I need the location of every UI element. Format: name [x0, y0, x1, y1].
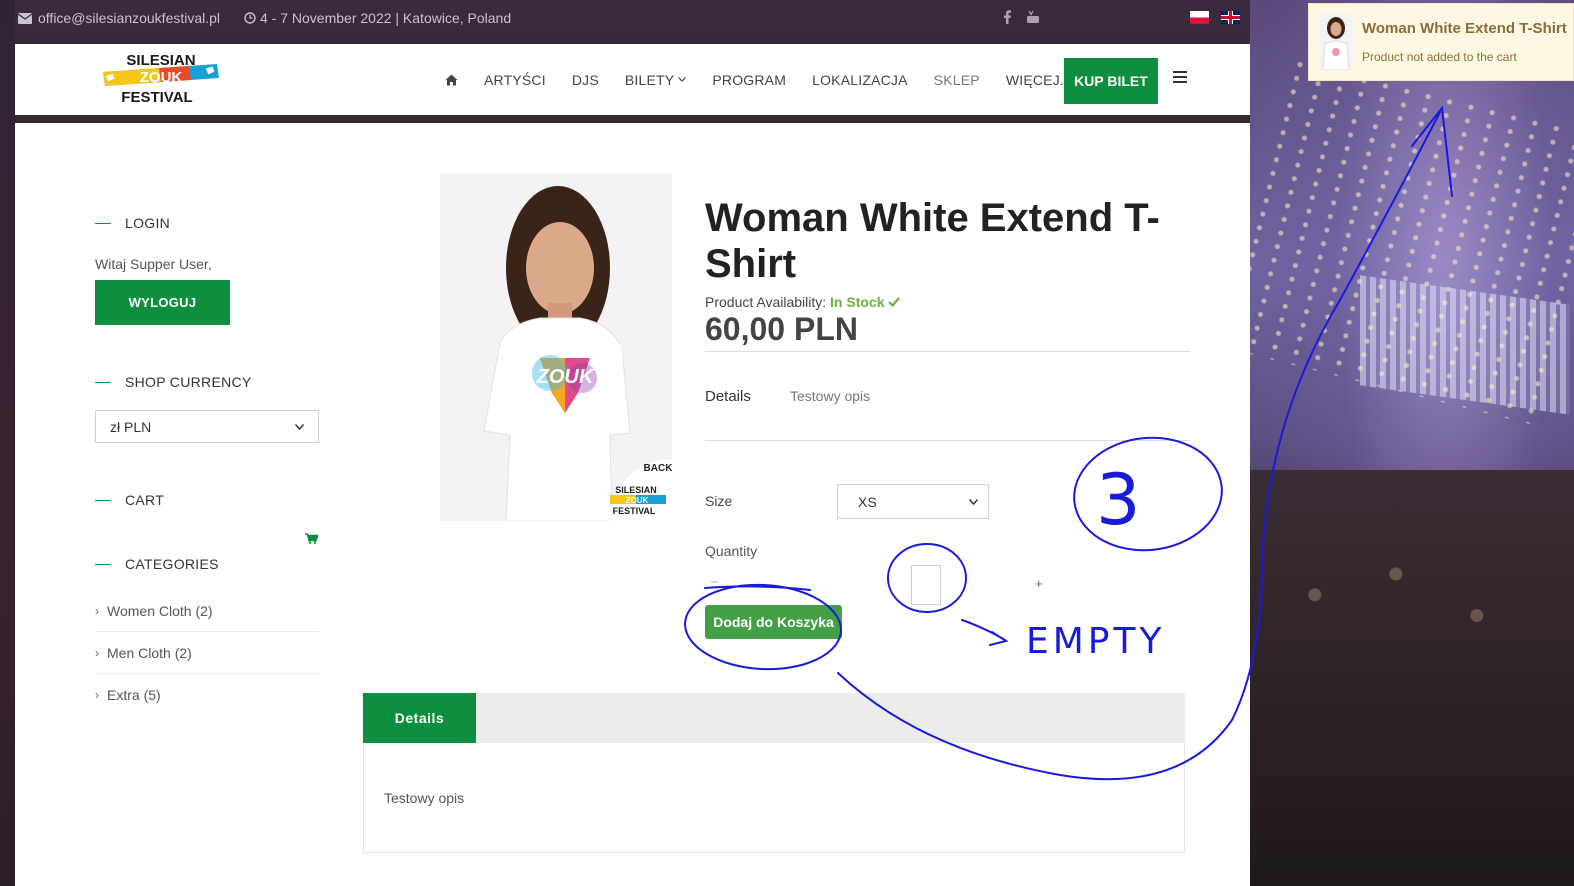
tab-panel-text: Testowy opis: [384, 790, 465, 806]
divider: [705, 351, 1190, 352]
checkmark-icon: [888, 297, 901, 308]
notification-thumbnail: [1319, 14, 1353, 70]
chevron-right-icon: ›: [95, 645, 99, 660]
chevron-right-icon: ›: [95, 688, 99, 702]
top-info-bar: office@silesianzoukfestival.pl 4 - 7 Nov…: [0, 0, 1250, 44]
heading-dash: [95, 222, 111, 224]
category-label: Women Cloth (2): [107, 602, 213, 619]
notification-title: Woman White Extend T-Shirt: [1362, 20, 1567, 37]
category-label: Men Cloth (2): [107, 644, 192, 661]
nav-home[interactable]: [445, 74, 458, 86]
size-value: XS: [858, 493, 877, 510]
logout-button[interactable]: WYLOGUJ: [95, 280, 230, 325]
buy-ticket-button[interactable]: KUP BILET: [1064, 58, 1158, 104]
cart-heading: CART: [95, 492, 164, 508]
nav-item-bilety[interactable]: BILETY: [624, 71, 687, 88]
shop-content: LOGIN Witaj Supper User, WYLOGUJ SHOP CU…: [15, 123, 1250, 886]
main-nav: ARTYŚCI DJS BILETY PROGRAM LOKALIZACJA S…: [445, 44, 1085, 115]
topbar-date: 4 - 7 November 2022 | Katowice, Poland: [244, 10, 511, 26]
tshirt-logo-line1: SILESIAN: [615, 485, 657, 495]
details-value: Testowy opis: [790, 388, 871, 404]
back-label: BACK: [644, 463, 672, 474]
notification-message: Product not added to the cart: [1362, 50, 1517, 64]
nav-item-djs[interactable]: DJS: [572, 72, 599, 88]
availability-label: Product Availability:: [705, 294, 827, 310]
category-label: Extra (5): [107, 687, 161, 703]
login-heading-text: LOGIN: [125, 215, 171, 231]
background-crowd: [1250, 470, 1574, 886]
category-men-cloth[interactable]: › Men Cloth (2): [95, 632, 319, 674]
tab-panel: Testowy opis: [363, 743, 1185, 853]
size-select[interactable]: XS: [837, 484, 989, 519]
quantity-label: Quantity: [705, 543, 758, 559]
nav-item-lokalizacja[interactable]: LOKALIZACJA: [812, 72, 908, 88]
product-title: Woman White Extend T-Shirt: [705, 196, 1160, 286]
menu-icon[interactable]: [1173, 71, 1187, 83]
english-flag-icon[interactable]: [1221, 11, 1240, 24]
chevron-down-icon: [295, 423, 304, 430]
welcome-text: Witaj Supper User,: [95, 256, 212, 272]
logo-line2: ZOUK: [140, 69, 183, 86]
chevron-right-icon: ›: [95, 603, 99, 618]
product-availability: Product Availability: In Stock: [705, 294, 901, 310]
logo-line1: SILESIAN: [126, 52, 195, 69]
site-header: SILESIAN ZOUK FESTIVAL ARTYŚCI DJS BILET…: [15, 44, 1250, 115]
chevron-down-icon: [678, 77, 687, 82]
polish-flag-icon[interactable]: [1190, 11, 1209, 24]
currency-select[interactable]: zł PLN: [95, 410, 319, 443]
cart-icon[interactable]: [305, 533, 318, 544]
nav-item-wiecej-label: WIĘCEJ...: [1005, 71, 1073, 88]
nav-item-program[interactable]: PROGRAM: [712, 72, 786, 88]
logo-line3: FESTIVAL: [121, 89, 192, 106]
quantity-input[interactable]: [911, 565, 941, 605]
categories-heading-text: CATEGORIES: [125, 556, 219, 572]
youtube-icon[interactable]: [1026, 10, 1040, 24]
login-heading: LOGIN: [95, 215, 170, 231]
category-extra[interactable]: › Extra (5): [95, 674, 319, 716]
size-label: Size: [705, 493, 733, 509]
language-switcher: [1190, 11, 1240, 24]
quantity-decrement[interactable]: –: [711, 574, 718, 588]
social-links: [1002, 10, 1040, 24]
topbar-email[interactable]: office@silesianzoukfestival.pl: [18, 10, 220, 26]
tshirt-logo-line2: ZOUK: [626, 496, 649, 505]
product-image[interactable]: ZOUK BACK SILESIAN ZOUK FESTIVAL: [440, 173, 672, 521]
background-left: [0, 0, 15, 886]
categories-heading: CATEGORIES: [95, 556, 219, 572]
heading-dash: [95, 563, 111, 565]
currency-value: zł PLN: [110, 418, 152, 435]
availability-value: In Stock: [830, 294, 885, 310]
date-text: 4 - 7 November 2022 | Katowice, Poland: [260, 10, 512, 26]
cart-notification: Woman White Extend T-Shirt Product not a…: [1308, 3, 1574, 81]
details-label: Details: [705, 388, 751, 405]
category-women-cloth[interactable]: › Women Cloth (2): [95, 590, 319, 632]
nav-item-bilety-label: BILETY: [624, 71, 675, 88]
currency-heading: SHOP CURRENCY: [95, 374, 252, 390]
currency-heading-text: SHOP CURRENCY: [125, 374, 252, 390]
add-to-cart-button[interactable]: Dodaj do Koszyka: [705, 605, 842, 639]
chevron-down-icon: [969, 498, 978, 505]
festival-logo[interactable]: SILESIAN ZOUK FESTIVAL: [99, 52, 223, 108]
tabs-bar: [363, 693, 1185, 743]
heading-dash: [95, 499, 111, 501]
tshirt-logo-line3: FESTIVAL: [613, 506, 656, 516]
home-icon: [445, 74, 458, 85]
tab-details[interactable]: Details: [363, 693, 476, 743]
envelope-icon: [18, 12, 32, 24]
nav-item-artysci[interactable]: ARTYŚCI: [484, 72, 546, 88]
clock-icon: [244, 12, 256, 24]
nav-item-sklep[interactable]: SKLEP: [934, 72, 980, 88]
email-text: office@silesianzoukfestival.pl: [38, 10, 221, 26]
quantity-increment[interactable]: +: [1035, 576, 1043, 591]
tshirt-model-illustration: ZOUK BACK SILESIAN ZOUK FESTIVAL: [483, 186, 672, 521]
facebook-icon[interactable]: [1002, 10, 1012, 24]
tshirt-print-text: ZOUK: [536, 366, 595, 388]
header-divider: [15, 115, 1250, 123]
product-price: 60,00 PLN: [705, 311, 858, 347]
divider: [705, 440, 1190, 441]
heading-dash: [95, 381, 111, 383]
cart-heading-text: CART: [125, 492, 165, 508]
